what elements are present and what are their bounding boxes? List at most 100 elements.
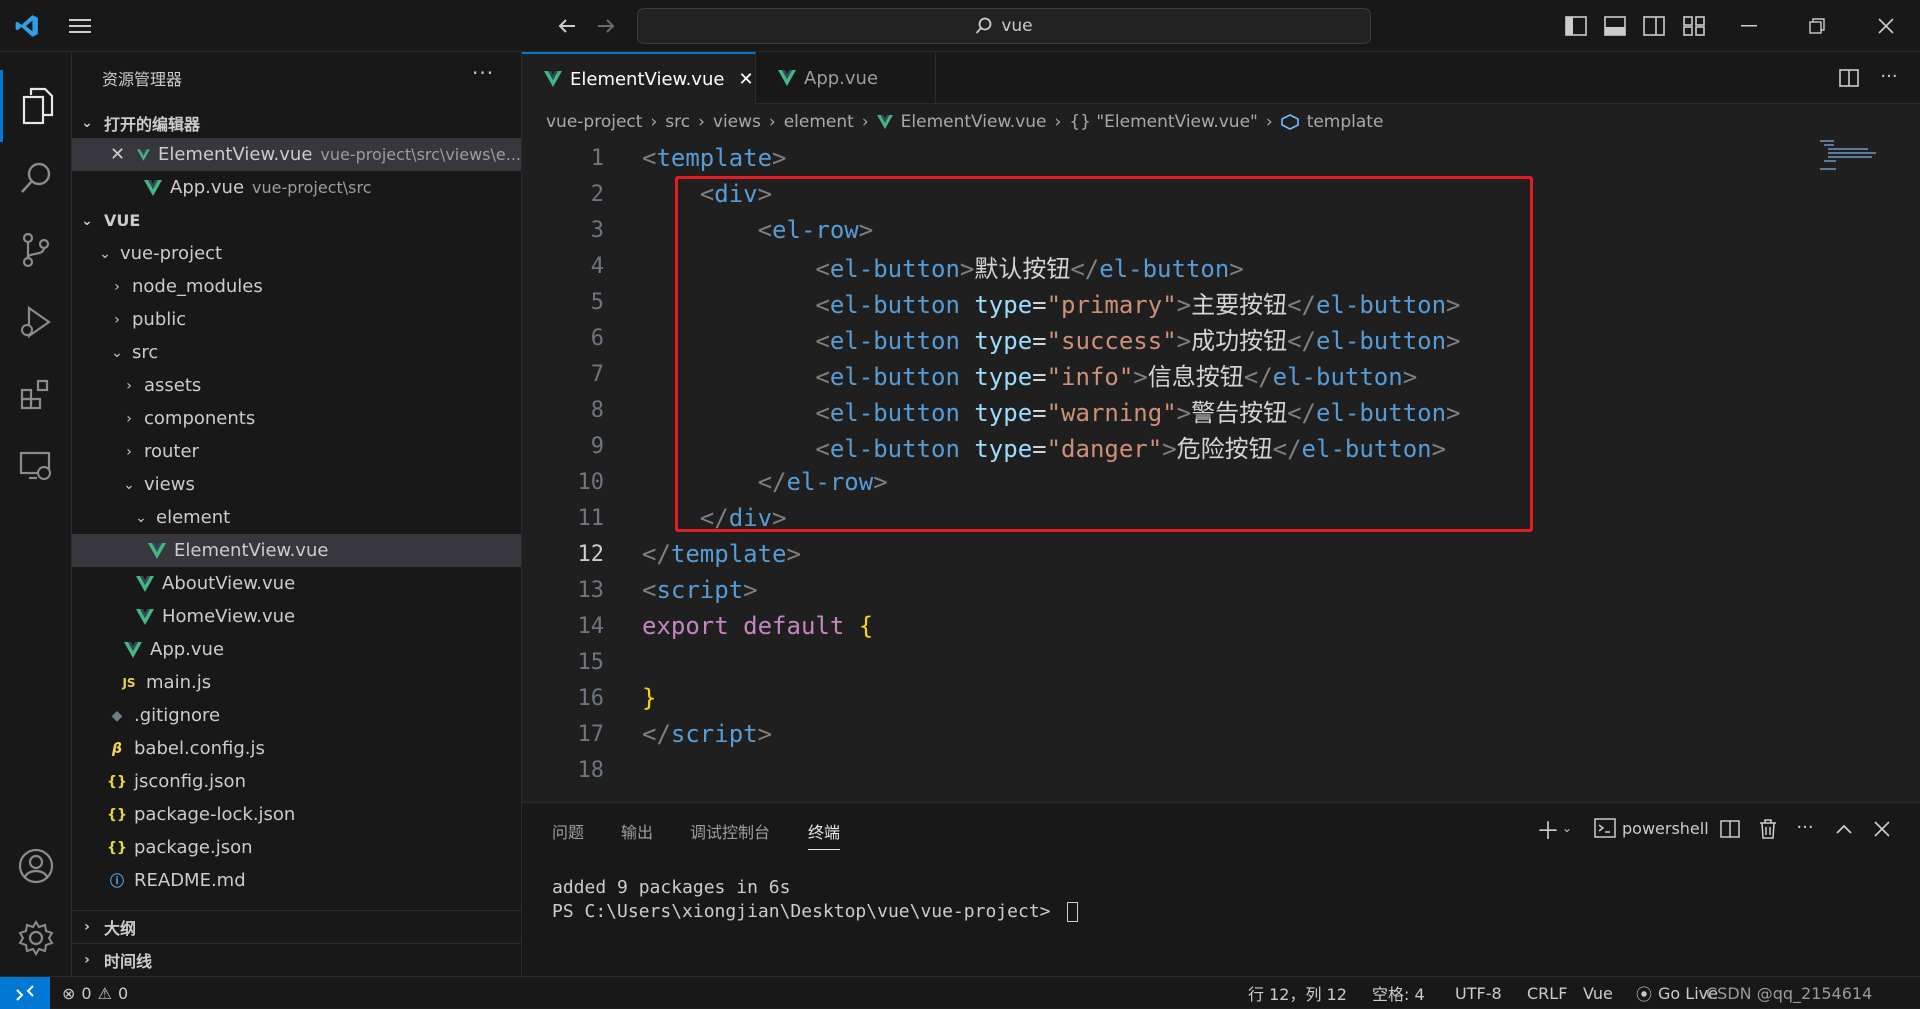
- breadcrumb-item[interactable]: src: [665, 112, 690, 132]
- tree-folder[interactable]: › components: [72, 402, 521, 435]
- back-arrow-icon[interactable]: [553, 12, 581, 40]
- tree-file[interactable]: {} jsconfig.json: [72, 765, 521, 798]
- tree-file[interactable]: {} package.json: [72, 831, 521, 864]
- javascript-file-icon: JS: [122, 675, 136, 690]
- language-mode[interactable]: Vue: [1583, 977, 1613, 1009]
- encoding[interactable]: UTF-8: [1455, 977, 1502, 1009]
- search-icon[interactable]: [0, 142, 72, 214]
- settings-gear-icon[interactable]: [0, 902, 72, 974]
- remote-indicator[interactable]: [0, 977, 50, 1009]
- tree-folder[interactable]: › node_modules: [72, 270, 521, 303]
- activity-bar: [0, 52, 72, 976]
- timeline-header[interactable]: › 时间线: [72, 943, 521, 976]
- panel-more-icon[interactable]: ···: [1792, 815, 1818, 839]
- tree-folder[interactable]: › public: [72, 303, 521, 336]
- tree-file-selected[interactable]: ElementView.vue: [72, 534, 521, 567]
- explorer-icon[interactable]: [0, 70, 72, 142]
- problems-status[interactable]: ⊗ 0 ⚠ 0: [62, 977, 128, 1009]
- run-debug-icon[interactable]: [0, 286, 72, 358]
- tree-folder[interactable]: ⌄ views: [72, 468, 521, 501]
- source-control-icon[interactable]: [0, 214, 72, 286]
- chevron-right-icon: ›: [861, 112, 869, 132]
- breadcrumb-item[interactable]: views: [713, 112, 761, 132]
- breadcrumb-item[interactable]: {} "ElementView.vue": [1069, 112, 1258, 132]
- open-editors-header[interactable]: ⌄ 打开的编辑器: [72, 106, 521, 139]
- panel-tab-debug-console[interactable]: 调试控制台: [690, 819, 770, 843]
- split-terminal-icon[interactable]: [1718, 817, 1742, 841]
- chevron-right-icon: ›: [698, 112, 705, 132]
- line-ending[interactable]: CRLF: [1527, 977, 1567, 1009]
- breadcrumb-item[interactable]: element: [784, 112, 854, 132]
- tab-elementview[interactable]: ElementView.vue ✕: [522, 52, 756, 104]
- new-terminal-icon[interactable]: ＋ ⌄: [1534, 815, 1574, 845]
- forward-arrow-icon[interactable]: [592, 12, 620, 40]
- sidebar-title: 资源管理器: [102, 70, 183, 89]
- tree-file[interactable]: β babel.config.js: [72, 732, 521, 765]
- tree-file[interactable]: ⓘ README.md: [72, 864, 521, 897]
- symbol-element-icon: [1280, 114, 1299, 130]
- toggle-panel-icon[interactable]: [1602, 14, 1628, 38]
- panel-tab-terminal[interactable]: 终端: [808, 819, 841, 850]
- remote-explorer-icon[interactable]: [0, 430, 72, 502]
- tree-folder[interactable]: ⌄ element: [72, 501, 521, 534]
- broadcast-icon: ⦿: [1636, 985, 1653, 1004]
- command-center-search[interactable]: vue: [637, 8, 1371, 44]
- chevron-down-icon: ⌄: [123, 476, 135, 493]
- code-line: 16}: [577, 684, 657, 712]
- tree-file[interactable]: App.vue: [72, 633, 521, 666]
- open-editor-item[interactable]: App.vue vue-project\src: [72, 171, 521, 204]
- terminal-shell-selector[interactable]: powershell: [1594, 815, 1709, 841]
- minimize-icon[interactable]: [1736, 14, 1762, 38]
- breadcrumb-item[interactable]: template: [1307, 112, 1384, 132]
- tree-folder[interactable]: ⌄ vue-project: [72, 237, 521, 270]
- chevron-right-icon: ›: [768, 112, 776, 132]
- tree-file[interactable]: JS main.js: [72, 666, 521, 699]
- info-file-icon: ⓘ: [110, 873, 124, 890]
- vue-file-icon: [148, 542, 166, 559]
- breadcrumb: vue-project › src › views › element › Elemen…: [546, 106, 1383, 138]
- panel-tab-output[interactable]: 输出: [621, 819, 653, 843]
- tree-folder[interactable]: ⌄ src: [72, 336, 521, 369]
- menu-icon[interactable]: [66, 12, 94, 40]
- code-line: 14 export default {: [577, 612, 874, 640]
- terminal-prompt-line[interactable]: PS C:\Users\xiongjian\Desktop\vue\vue-pr…: [552, 901, 1079, 922]
- extensions-icon[interactable]: [0, 358, 72, 430]
- breadcrumb-item[interactable]: ElementView.vue: [901, 112, 1047, 132]
- toggle-primary-sidebar-icon[interactable]: [1563, 14, 1589, 38]
- editor-more-icon[interactable]: ···: [1876, 64, 1902, 88]
- close-icon[interactable]: ✕: [110, 144, 125, 165]
- tree-folder[interactable]: › router: [72, 435, 521, 468]
- code-line: 13 <script>: [577, 576, 758, 604]
- restore-icon[interactable]: [1804, 14, 1830, 38]
- tree-file[interactable]: HomeView.vue: [72, 600, 521, 633]
- tab-app[interactable]: App.vue: [756, 52, 936, 104]
- trash-icon[interactable]: [1756, 817, 1780, 841]
- more-actions-icon[interactable]: ···: [472, 61, 494, 85]
- tree-file[interactable]: ◆ .gitignore: [72, 699, 521, 732]
- close-panel-icon[interactable]: [1870, 817, 1894, 841]
- tree-file[interactable]: {} package-lock.json: [72, 798, 521, 831]
- vscode-logo-icon: [12, 12, 42, 40]
- split-editor-icon[interactable]: [1836, 66, 1862, 90]
- chevron-right-icon: ›: [84, 919, 90, 935]
- tab-close-icon[interactable]: ✕: [738, 69, 753, 90]
- tree-folder[interactable]: › assets: [72, 369, 521, 402]
- minimap[interactable]: [1818, 140, 1878, 178]
- close-window-icon[interactable]: [1873, 14, 1899, 38]
- open-editor-item[interactable]: ✕ ElementView.vue vue-project\src\views\e…: [72, 138, 521, 171]
- customize-layout-icon[interactable]: [1681, 14, 1707, 38]
- tree-file[interactable]: AboutView.vue: [72, 567, 521, 600]
- accounts-icon[interactable]: [0, 830, 72, 902]
- json-file-icon: {}: [107, 773, 127, 790]
- breadcrumb-item[interactable]: vue-project: [546, 112, 642, 132]
- panel-tab-problems[interactable]: 问题: [552, 819, 584, 843]
- vue-file-icon: [136, 608, 154, 625]
- outline-header[interactable]: › 大纲: [72, 910, 521, 943]
- vue-file-icon: [876, 115, 893, 129]
- cursor-position[interactable]: 行 12，列 12: [1248, 977, 1347, 1009]
- indentation[interactable]: 空格: 4: [1372, 977, 1425, 1009]
- toggle-secondary-sidebar-icon[interactable]: [1641, 14, 1667, 38]
- chevron-down-icon: ⌄: [99, 245, 111, 262]
- workspace-header[interactable]: ⌄ VUE: [72, 204, 521, 237]
- maximize-panel-icon[interactable]: [1832, 817, 1856, 841]
